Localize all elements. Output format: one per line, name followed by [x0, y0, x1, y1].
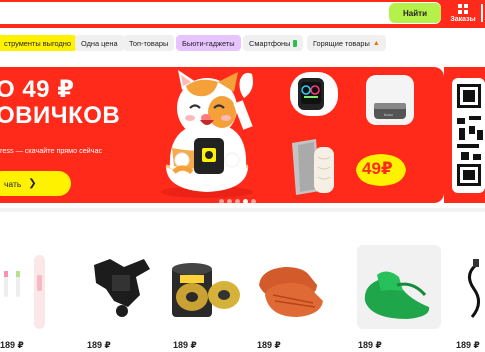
- carousel-dot[interactable]: [235, 199, 240, 203]
- chip-hot-deals[interactable]: Горящие товары ▲: [307, 35, 386, 51]
- page: Найти Заказы струменты выгодно Одна цена…: [0, 0, 485, 352]
- promo-area: О 49 ₽ ОВИЧКОВ ress — скачайте прямо сей…: [0, 58, 485, 208]
- chip-label: Смартфоны: [249, 38, 291, 48]
- banner-cta-button[interactable]: чать ❯: [0, 171, 71, 196]
- lucky-cat-illustration: [161, 70, 253, 198]
- product-price: 189 ₽: [456, 340, 480, 350]
- carousel-dot[interactable]: [219, 199, 224, 203]
- cable-image: [468, 259, 480, 318]
- product-price: 189 ₽: [173, 340, 197, 350]
- arrow-right-icon: ❯: [28, 178, 37, 189]
- search-input[interactable]: [0, 2, 441, 24]
- green-slippers-image: [364, 271, 430, 319]
- carousel-dots[interactable]: [219, 199, 256, 203]
- carousel-dot-active[interactable]: [243, 199, 248, 203]
- phone-icon: [293, 39, 298, 47]
- product-price: 189 ₽: [358, 340, 382, 350]
- category-chips: струменты выгодно Одна цена Топ-товары Б…: [0, 28, 485, 58]
- chip-smartphones[interactable]: Смартфоны: [243, 35, 304, 51]
- toothbrush-image: [4, 255, 45, 329]
- header: Найти Заказы: [0, 0, 485, 28]
- product-price: 189 ₽: [257, 340, 281, 350]
- product-card[interactable]: [0, 245, 68, 329]
- banner-title-line2: ОВИЧКОВ: [0, 102, 121, 129]
- orders-label: Заказы: [450, 16, 476, 23]
- chip-tools[interactable]: струменты выгодно: [0, 35, 77, 51]
- product-card[interactable]: [84, 245, 158, 329]
- powerbank-brand: hoco: [384, 112, 393, 117]
- qr-code: [452, 78, 485, 193]
- orders-button[interactable]: Заказы: [448, 2, 478, 26]
- price-badge: 49₽: [362, 159, 393, 178]
- chip-beauty-gadgets[interactable]: Бьюти-гаджеты: [176, 35, 241, 51]
- fire-icon: ▲: [372, 39, 380, 47]
- product-strip: 189 ₽ 189 ₽ 189 ₽ 189 ₽ 189 ₽ 189 ₽: [0, 212, 485, 352]
- solder-wire-image: [172, 263, 240, 317]
- chip-label: Бьюти-гаджеты: [182, 38, 235, 48]
- product-price: 189 ₽: [0, 340, 24, 350]
- scraper-product: [292, 139, 334, 195]
- carousel-dot[interactable]: [251, 199, 256, 203]
- phone-holder-image: [94, 259, 150, 317]
- cart-icon[interactable]: [481, 4, 485, 22]
- chip-one-price[interactable]: Одна цена: [75, 35, 124, 51]
- orders-icon: [458, 4, 468, 14]
- chip-label: Горящие товары: [313, 38, 370, 48]
- banner-title-line1: О 49 ₽: [0, 76, 75, 103]
- carousel-dot[interactable]: [227, 199, 232, 203]
- product-card[interactable]: [450, 245, 485, 329]
- chip-label: Одна цена: [81, 38, 118, 48]
- product-card[interactable]: [168, 245, 242, 329]
- smartwatch-product: [290, 72, 338, 116]
- chip-label: Топ-товары: [129, 38, 169, 48]
- promo-banner[interactable]: О 49 ₽ ОВИЧКОВ ress — скачайте прямо сей…: [0, 67, 444, 203]
- search-button[interactable]: Найти: [389, 3, 441, 23]
- product-price: 189 ₽: [87, 340, 111, 350]
- chip-label: струменты выгодно: [4, 38, 71, 48]
- banner-cta-label: чать: [4, 178, 22, 189]
- orange-slippers-image: [259, 267, 323, 317]
- product-card[interactable]: [357, 245, 441, 329]
- banner-subtitle: ress — скачайте прямо сейчас: [0, 146, 103, 155]
- powerbank-product: [366, 75, 414, 125]
- chip-top-products[interactable]: Топ-товары: [123, 35, 175, 51]
- product-card[interactable]: [253, 245, 327, 329]
